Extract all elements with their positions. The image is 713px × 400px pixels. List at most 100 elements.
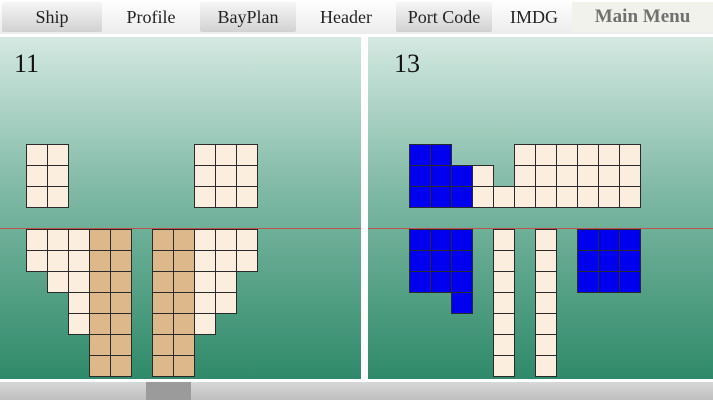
- container-slot[interactable]: [26, 165, 48, 187]
- scrollbar-thumb[interactable]: [146, 382, 191, 400]
- container-slot[interactable]: [535, 292, 557, 314]
- container-slot[interactable]: [152, 250, 174, 272]
- container-slot[interactable]: [619, 186, 641, 208]
- container-slot[interactable]: [430, 144, 452, 166]
- container-slot[interactable]: [47, 144, 69, 166]
- container-slot[interactable]: [409, 165, 431, 187]
- container-slot[interactable]: [577, 165, 599, 187]
- menu-port-code[interactable]: Port Code: [396, 2, 492, 32]
- container-slot[interactable]: [89, 355, 111, 377]
- container-slot[interactable]: [493, 334, 515, 356]
- container-slot[interactable]: [173, 313, 195, 335]
- container-slot[interactable]: [194, 165, 216, 187]
- container-slot[interactable]: [26, 229, 48, 251]
- container-slot[interactable]: [68, 313, 90, 335]
- container-slot[interactable]: [152, 313, 174, 335]
- container-slot[interactable]: [68, 271, 90, 293]
- container-slot[interactable]: [47, 165, 69, 187]
- menu-imdg[interactable]: IMDG: [494, 2, 574, 32]
- container-slot[interactable]: [619, 250, 641, 272]
- container-slot[interactable]: [152, 334, 174, 356]
- container-slot[interactable]: [47, 186, 69, 208]
- container-slot[interactable]: [89, 334, 111, 356]
- container-slot[interactable]: [535, 229, 557, 251]
- container-slot[interactable]: [535, 250, 557, 272]
- container-slot[interactable]: [598, 165, 620, 187]
- menu-ship[interactable]: Ship: [2, 2, 102, 32]
- container-slot[interactable]: [472, 186, 494, 208]
- container-slot[interactable]: [89, 313, 111, 335]
- container-slot[interactable]: [409, 144, 431, 166]
- container-slot[interactable]: [598, 186, 620, 208]
- container-slot[interactable]: [451, 271, 473, 293]
- container-slot[interactable]: [472, 165, 494, 187]
- container-slot[interactable]: [215, 292, 237, 314]
- container-slot[interactable]: [577, 250, 599, 272]
- container-slot[interactable]: [409, 186, 431, 208]
- container-slot[interactable]: [493, 229, 515, 251]
- menu-bayplan[interactable]: BayPlan: [200, 2, 296, 32]
- container-slot[interactable]: [194, 186, 216, 208]
- container-slot[interactable]: [493, 292, 515, 314]
- container-slot[interactable]: [535, 186, 557, 208]
- container-slot[interactable]: [215, 144, 237, 166]
- container-slot[interactable]: [236, 250, 258, 272]
- container-slot[interactable]: [493, 186, 515, 208]
- container-slot[interactable]: [619, 165, 641, 187]
- horizontal-scrollbar[interactable]: [0, 382, 713, 400]
- container-slot[interactable]: [451, 292, 473, 314]
- container-slot[interactable]: [47, 229, 69, 251]
- container-slot[interactable]: [173, 334, 195, 356]
- container-slot[interactable]: [26, 186, 48, 208]
- container-slot[interactable]: [89, 229, 111, 251]
- container-slot[interactable]: [451, 165, 473, 187]
- container-slot[interactable]: [47, 250, 69, 272]
- container-slot[interactable]: [236, 229, 258, 251]
- container-slot[interactable]: [535, 165, 557, 187]
- container-slot[interactable]: [556, 186, 578, 208]
- container-slot[interactable]: [194, 250, 216, 272]
- container-slot[interactable]: [89, 271, 111, 293]
- container-slot[interactable]: [409, 250, 431, 272]
- container-slot[interactable]: [110, 229, 132, 251]
- container-slot[interactable]: [110, 355, 132, 377]
- container-slot[interactable]: [514, 186, 536, 208]
- container-slot[interactable]: [514, 165, 536, 187]
- container-slot[interactable]: [619, 229, 641, 251]
- container-slot[interactable]: [215, 186, 237, 208]
- container-slot[interactable]: [236, 144, 258, 166]
- container-slot[interactable]: [598, 250, 620, 272]
- container-slot[interactable]: [110, 271, 132, 293]
- container-slot[interactable]: [173, 229, 195, 251]
- container-slot[interactable]: [535, 144, 557, 166]
- container-slot[interactable]: [152, 229, 174, 251]
- container-slot[interactable]: [535, 334, 557, 356]
- container-slot[interactable]: [26, 250, 48, 272]
- bay-panel-left[interactable]: 11: [0, 37, 361, 379]
- container-slot[interactable]: [451, 250, 473, 272]
- container-slot[interactable]: [89, 250, 111, 272]
- container-slot[interactable]: [215, 165, 237, 187]
- container-slot[interactable]: [451, 186, 473, 208]
- container-slot[interactable]: [577, 186, 599, 208]
- container-slot[interactable]: [430, 186, 452, 208]
- container-slot[interactable]: [430, 229, 452, 251]
- container-slot[interactable]: [89, 292, 111, 314]
- container-slot[interactable]: [173, 355, 195, 377]
- container-slot[interactable]: [598, 144, 620, 166]
- container-slot[interactable]: [493, 250, 515, 272]
- container-slot[interactable]: [110, 250, 132, 272]
- container-slot[interactable]: [535, 355, 557, 377]
- container-slot[interactable]: [194, 271, 216, 293]
- container-slot[interactable]: [236, 165, 258, 187]
- container-slot[interactable]: [26, 144, 48, 166]
- container-slot[interactable]: [430, 165, 452, 187]
- container-slot[interactable]: [430, 271, 452, 293]
- container-slot[interactable]: [173, 292, 195, 314]
- container-slot[interactable]: [68, 229, 90, 251]
- container-slot[interactable]: [194, 144, 216, 166]
- container-slot[interactable]: [598, 271, 620, 293]
- container-slot[interactable]: [110, 334, 132, 356]
- container-slot[interactable]: [215, 229, 237, 251]
- container-slot[interactable]: [110, 292, 132, 314]
